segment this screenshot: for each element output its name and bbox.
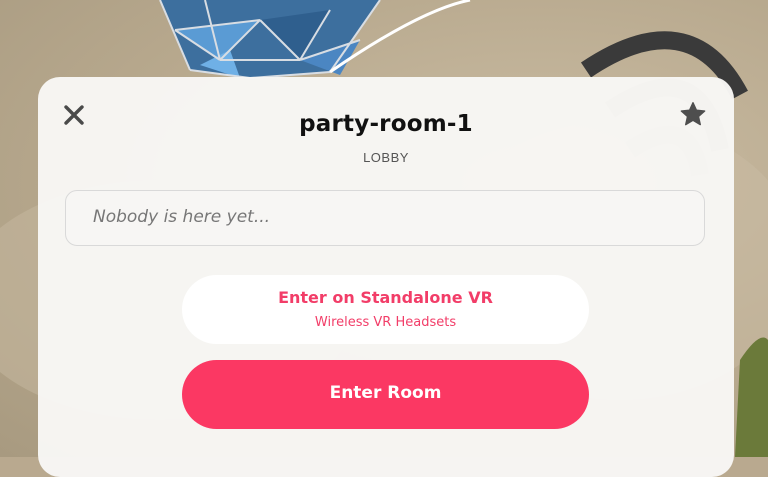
room-subtitle: LOBBY [363, 150, 409, 165]
enter-standalone-vr-button[interactable]: Enter on Standalone VR Wireless VR Heads… [182, 275, 589, 344]
dome-structure [159, 0, 471, 79]
room-title: party-room-1 [299, 111, 473, 137]
presence-box: Nobody is here yet... [65, 190, 705, 246]
room-entry-panel: party-room-1 LOBBY Nobody is here yet...… [38, 77, 734, 477]
enter-room-button[interactable]: Enter Room [182, 360, 589, 429]
standalone-vr-sublabel: Wireless VR Headsets [314, 315, 457, 330]
enter-room-label: Enter Room [329, 383, 442, 403]
standalone-vr-label: Enter on Standalone VR [278, 288, 493, 307]
presence-text: Nobody is here yet... [93, 207, 271, 227]
